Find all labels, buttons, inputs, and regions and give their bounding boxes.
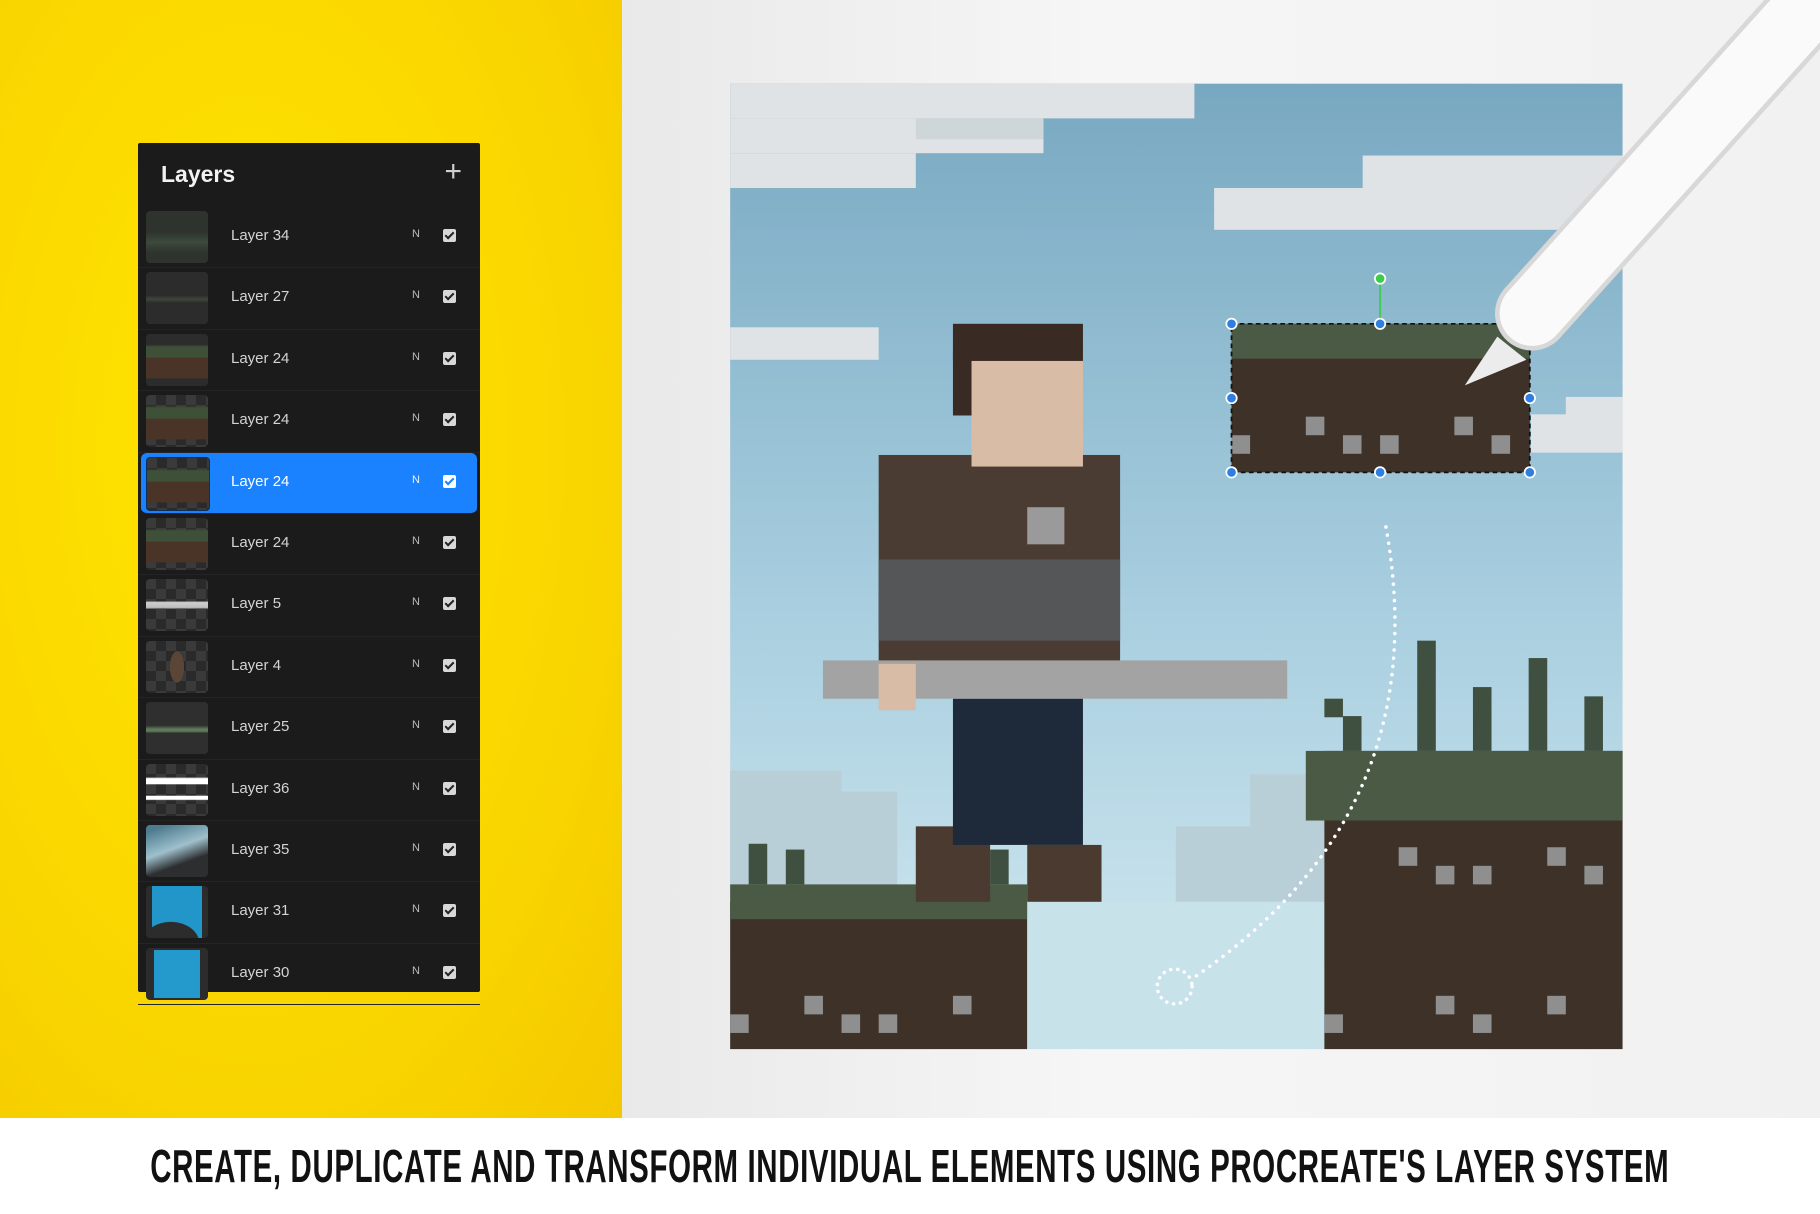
- blend-mode-button[interactable]: N: [412, 535, 420, 547]
- layer-row[interactable]: Layer 30 N: [138, 944, 480, 1006]
- layer-name: Layer 27: [231, 288, 290, 306]
- gap: [1027, 901, 1325, 1050]
- blend-mode-button[interactable]: N: [412, 781, 420, 793]
- caption: CREATE, DUPLICATE AND TRANSFORM INDIVIDU…: [0, 1118, 1820, 1214]
- visibility-checkbox[interactable]: [443, 781, 456, 795]
- blend-mode-button[interactable]: N: [412, 596, 420, 608]
- layer-name: Layer 24: [231, 533, 290, 551]
- visibility-checkbox[interactable]: [443, 658, 456, 672]
- layers-panel: Layers + Layer 34 N Layer 27 N Layer 24 …: [138, 143, 480, 1006]
- caption-text: CREATE, DUPLICATE AND TRANSFORM INDIVIDU…: [150, 1140, 1670, 1192]
- layer-row[interactable]: Layer 31 N: [138, 882, 480, 944]
- rotate-handle: [1373, 272, 1387, 285]
- blend-mode-button[interactable]: N: [412, 658, 420, 670]
- visibility-checkbox[interactable]: [443, 351, 456, 365]
- layer-row[interactable]: Layer 27 N: [138, 268, 480, 330]
- layer-row[interactable]: Layer 34 N: [138, 207, 480, 269]
- visibility-checkbox[interactable]: [443, 965, 456, 979]
- layer-row[interactable]: Layer 24 N: [141, 452, 477, 514]
- layer-row[interactable]: Layer 5 N: [138, 575, 480, 637]
- layer-name: Layer 30: [231, 963, 290, 981]
- layer-row[interactable]: Layer 4 N: [138, 637, 480, 699]
- layer-thumbnail[interactable]: [146, 824, 208, 877]
- layer-name: Layer 34: [231, 227, 290, 244]
- canvas[interactable]: [730, 83, 1623, 1050]
- layer-thumbnail[interactable]: [146, 211, 208, 263]
- blend-mode-button[interactable]: N: [412, 842, 420, 854]
- blend-mode-button[interactable]: N: [412, 289, 420, 301]
- layer-thumbnail[interactable]: [146, 763, 208, 816]
- layer-name: Layer 35: [231, 840, 290, 858]
- layer-row[interactable]: Layer 25 N: [138, 698, 480, 760]
- visibility-checkbox[interactable]: [443, 535, 456, 549]
- visibility-checkbox[interactable]: [443, 904, 456, 918]
- layer-name: Layer 25: [231, 718, 290, 736]
- layer-name: Layer 31: [231, 902, 290, 920]
- plus-icon[interactable]: +: [444, 157, 462, 187]
- visibility-checkbox[interactable]: [443, 474, 456, 488]
- layer-name: Layer 24: [231, 349, 290, 367]
- layer-row[interactable]: Layer 35 N: [138, 821, 480, 883]
- layer-name: Layer 5: [231, 595, 282, 613]
- layer-thumbnail[interactable]: [146, 517, 208, 570]
- layer-row[interactable]: Layer 24 N: [138, 391, 480, 453]
- layers-title: Layers: [161, 161, 236, 187]
- layer-name: Layer 24: [231, 411, 290, 429]
- layer-row[interactable]: Layer 24 N: [138, 330, 480, 392]
- blend-mode-button[interactable]: N: [412, 412, 420, 424]
- visibility-checkbox[interactable]: [443, 413, 456, 427]
- layers-header: Layers +: [138, 143, 480, 207]
- blend-mode-button[interactable]: N: [412, 719, 420, 731]
- blend-mode-button[interactable]: N: [412, 474, 420, 486]
- blend-mode-button[interactable]: N: [412, 903, 420, 915]
- blend-mode-button[interactable]: N: [412, 351, 420, 363]
- blend-mode-button[interactable]: N: [412, 228, 420, 240]
- layer-thumbnail[interactable]: [146, 333, 208, 386]
- layer-list: Layer 34 N Layer 27 N Layer 24 N Layer 2…: [138, 207, 480, 1006]
- visibility-checkbox[interactable]: [443, 290, 456, 304]
- layer-row[interactable]: Layer 36 N: [138, 760, 480, 821]
- layer-thumbnail[interactable]: [146, 886, 208, 939]
- visibility-checkbox[interactable]: [443, 597, 456, 611]
- layer-thumbnail[interactable]: [146, 640, 208, 693]
- layer-thumbnail[interactable]: [146, 947, 208, 1000]
- layer-thumbnail[interactable]: [146, 272, 208, 325]
- layer-name: Layer 24: [231, 472, 290, 490]
- layer-thumbnail[interactable]: [146, 579, 208, 632]
- visibility-checkbox[interactable]: [443, 229, 456, 242]
- layer-row[interactable]: Layer 24 N: [138, 514, 480, 576]
- visibility-checkbox[interactable]: [443, 720, 456, 734]
- layer-thumbnail[interactable]: [146, 456, 210, 511]
- layer-thumbnail[interactable]: [146, 702, 208, 755]
- layer-thumbnail[interactable]: [146, 395, 208, 448]
- layer-name: Layer 4: [231, 656, 282, 674]
- visibility-checkbox[interactable]: [443, 842, 456, 856]
- blend-mode-button[interactable]: N: [412, 965, 420, 977]
- layer-name: Layer 36: [231, 779, 290, 797]
